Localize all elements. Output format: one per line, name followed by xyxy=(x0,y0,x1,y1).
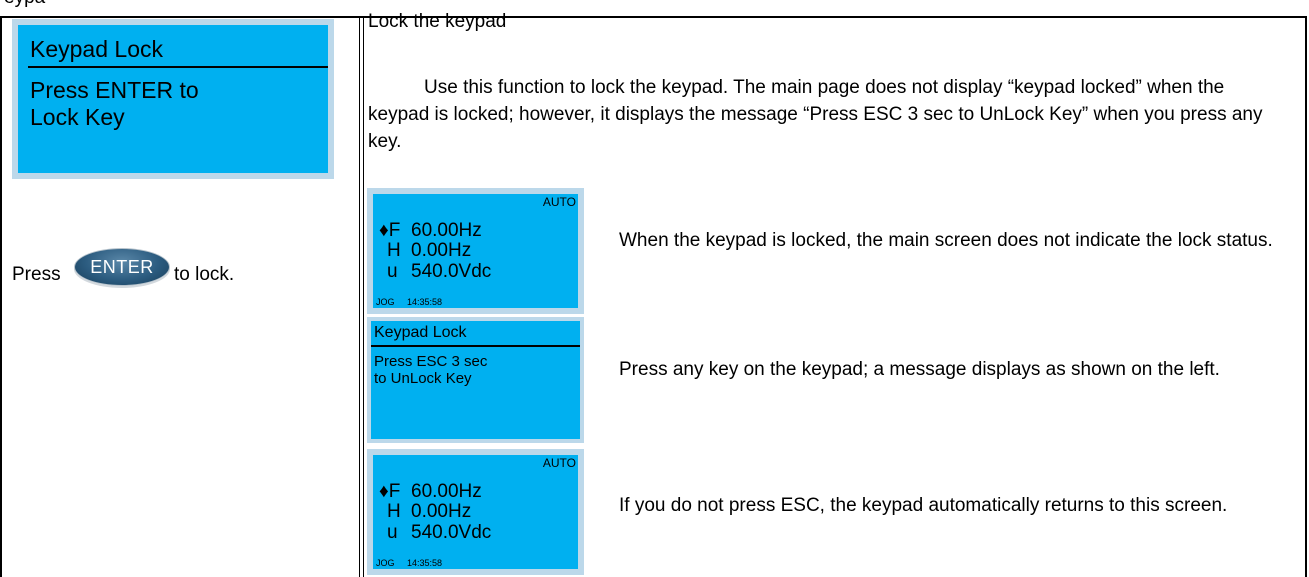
lcd-keypad-lock-screen: Keypad Lock Press ENTER to Lock Key xyxy=(12,19,334,179)
table-border-top xyxy=(0,16,1307,18)
clock-time: 14:35:58 xyxy=(407,297,443,307)
row-value-h: 0.00Hz xyxy=(411,501,472,522)
table-border-right xyxy=(1305,16,1307,577)
description-message-screen: Press any key on the keypad; a message d… xyxy=(619,359,1220,380)
lcd-message-line1: Press ENTER to xyxy=(30,77,199,103)
row-label-h: H xyxy=(387,240,401,261)
row-label-frequency: ♦F xyxy=(379,481,401,502)
row-value-u: 540.0Vdc xyxy=(411,261,492,282)
lcd-message-line2: Lock Key xyxy=(30,104,125,130)
clock-time: 14:35:58 xyxy=(407,558,443,568)
enter-key-icon: ENTER xyxy=(74,248,170,286)
lcd-msg-line1: Press ESC 3 sec xyxy=(374,353,488,370)
description-main-screen: When the keypad is locked, the main scre… xyxy=(619,230,1273,251)
row-value-u: 540.0Vdc xyxy=(411,522,492,543)
mode-indicator: AUTO xyxy=(542,195,576,209)
lcd-divider xyxy=(28,66,328,68)
table-divider xyxy=(359,16,364,577)
lcd-return-screen: AUTO ♦F 60.00Hz H 0.00Hz u 540.0Vdc JOG … xyxy=(367,449,584,575)
row-value-h: 0.00Hz xyxy=(411,240,472,261)
section-heading-cut: eypa xyxy=(4,0,45,8)
row-label-frequency: ♦F xyxy=(379,220,401,241)
lcd-unlock-message-screen: Keypad Lock Press ESC 3 sec to UnLock Ke… xyxy=(367,317,584,443)
description-return-screen: If you do not press ESC, the keypad auto… xyxy=(619,495,1228,516)
to-lock-label: to lock. xyxy=(174,264,235,285)
jog-label: JOG xyxy=(376,297,395,307)
row-label-h: H xyxy=(387,501,401,522)
mode-indicator: AUTO xyxy=(542,456,576,470)
row-label-u: u xyxy=(387,522,398,543)
row-label-u: u xyxy=(387,261,398,282)
lcd-main-screen: AUTO ♦F 60.00Hz H 0.00Hz u 540.0Vdc JOG … xyxy=(367,188,584,314)
lcd-msg-divider xyxy=(371,345,580,347)
jog-label: JOG xyxy=(376,558,395,568)
lcd-msg-line2: to UnLock Key xyxy=(374,370,472,387)
press-label: Press xyxy=(12,264,61,285)
table-border-left xyxy=(0,16,2,577)
lcd-msg-text: Press ESC 3 sec to UnLock Key xyxy=(374,353,487,387)
intro-paragraph: Use this function to lock the keypad. Th… xyxy=(368,77,1263,152)
section-title: Lock the keypad xyxy=(368,11,507,32)
lcd-msg-title: Keypad Lock xyxy=(374,324,467,341)
lcd-title: Keypad Lock xyxy=(30,36,163,62)
lcd-message: Press ENTER to Lock Key xyxy=(30,77,199,131)
row-value-frequency: 60.00Hz xyxy=(411,481,482,502)
row-value-frequency: 60.00Hz xyxy=(411,220,482,241)
